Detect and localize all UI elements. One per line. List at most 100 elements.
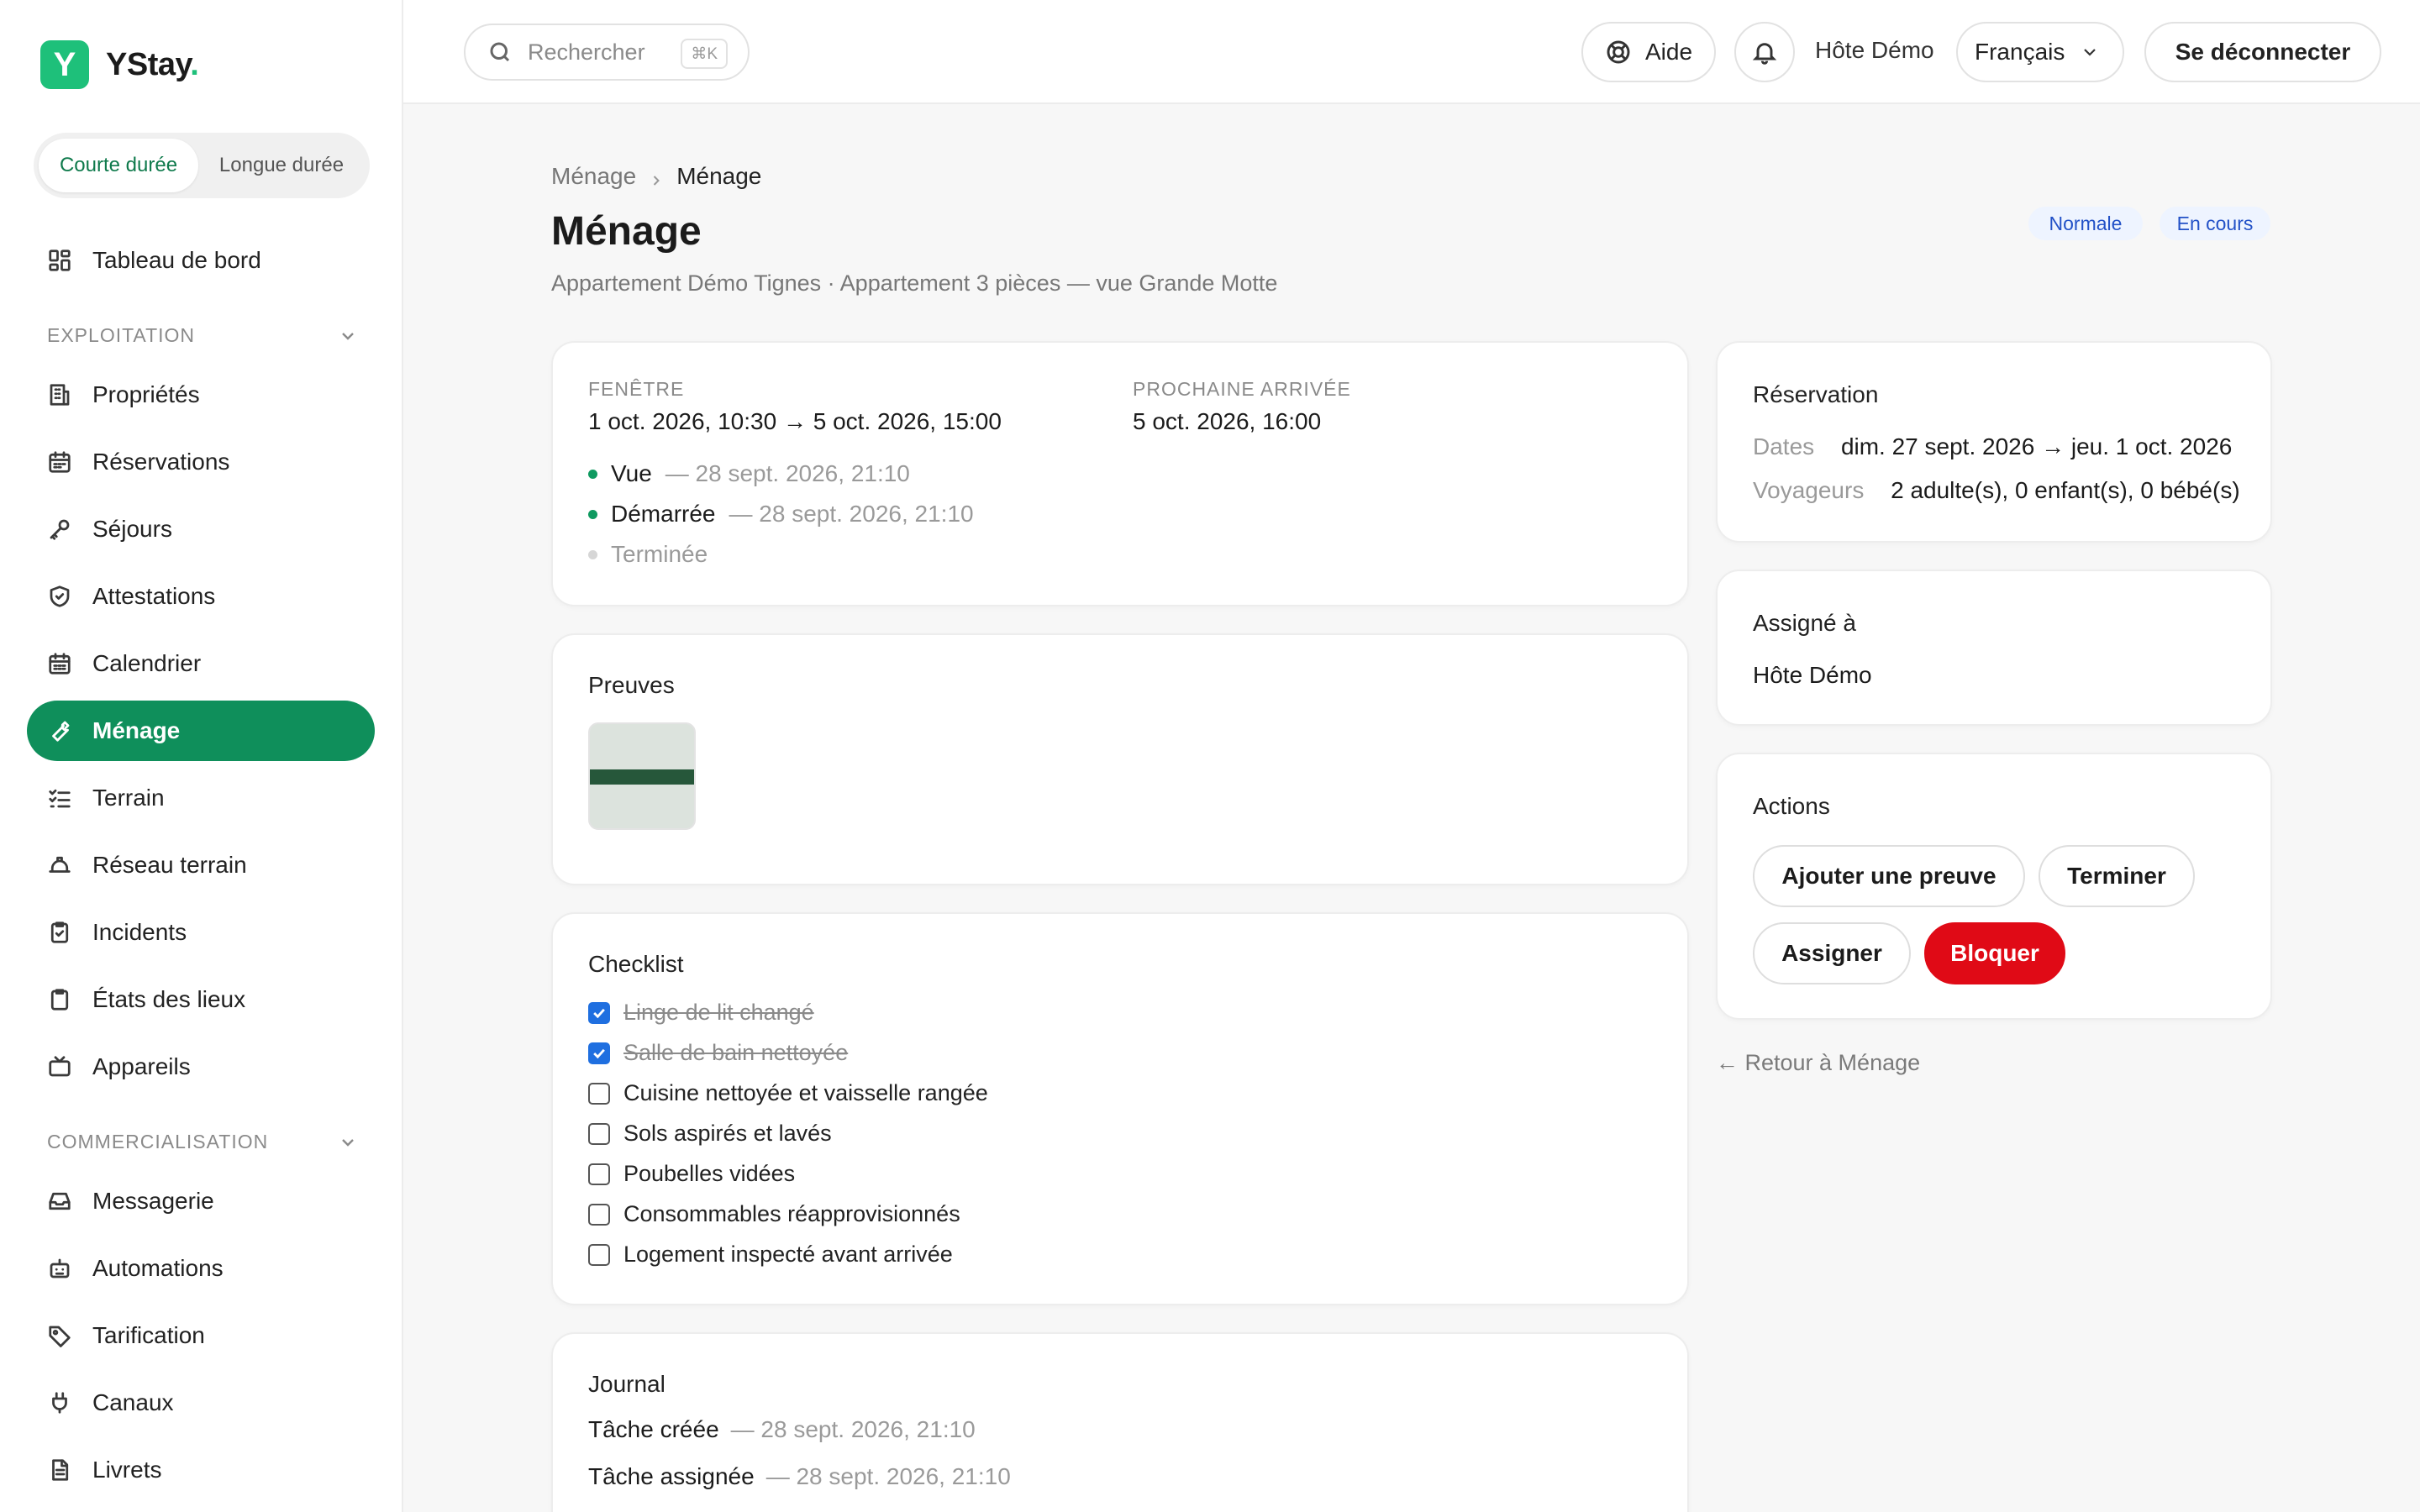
assignee-name: Hôte Démo	[1753, 662, 1872, 688]
checkbox[interactable]	[588, 1243, 610, 1266]
checkbox[interactable]	[588, 1122, 610, 1145]
timeline-item: Vue — 28 sept. 2026, 21:10	[588, 460, 910, 487]
next-arrival-label: PROCHAINE ARRIVÉE	[1133, 378, 1351, 400]
next-arrival-value: 5 oct. 2026, 16:00	[1133, 408, 1322, 434]
sidebar-item-livrets[interactable]: Livrets	[27, 1440, 375, 1500]
sidebar-item-label: Incidents	[92, 919, 187, 945]
window-value: 1 oct. 2026, 10:30 → 5 oct. 2026, 15:00	[588, 408, 1002, 434]
breadcrumb-parent-link[interactable]: Ménage	[551, 163, 636, 190]
sidebar-item-label: États des lieux	[92, 986, 246, 1012]
clipboard-check-icon	[47, 920, 72, 945]
sidebar-item-label: Automations	[92, 1255, 224, 1281]
sidebar-item-menage[interactable]: Ménage	[27, 701, 375, 761]
checklist-card: Checklist Linge de lit changé Salle de b…	[551, 912, 1689, 1305]
checkbox[interactable]	[588, 1042, 610, 1064]
checklist-item[interactable]: Linge de lit changé	[588, 1000, 814, 1026]
sidebar-item-label: Tarification	[92, 1322, 205, 1348]
section-commercialisation[interactable]: COMMERCIALISATION	[47, 1131, 358, 1153]
checkbox[interactable]	[588, 1082, 610, 1105]
clipboard-icon	[47, 987, 72, 1012]
lifebuoy-icon	[1607, 40, 1630, 64]
sidebar-item-incidents[interactable]: Incidents	[27, 902, 375, 963]
proofs-title: Preuves	[588, 672, 675, 698]
sidebar-item-automations[interactable]: Automations	[27, 1238, 375, 1299]
checkbox[interactable]	[588, 1203, 610, 1226]
sidebar-item-label: Attestations	[92, 583, 216, 609]
actions-title: Actions	[1753, 793, 1830, 819]
notifications-button[interactable]	[1734, 22, 1795, 82]
search-placeholder: Rechercher	[528, 39, 645, 65]
search-input[interactable]: Rechercher ⌘K	[464, 24, 750, 81]
journal-entry: Tâche assignée — 28 sept. 2026, 21:10	[588, 1463, 1011, 1489]
logout-button[interactable]: Se déconnecter	[2144, 22, 2381, 82]
document-icon	[47, 1457, 72, 1483]
priority-badge: Normale	[2028, 207, 2143, 240]
breadcrumb-current: Ménage	[676, 163, 762, 189]
sidebar-item-proprietes[interactable]: Propriétés	[27, 365, 375, 425]
checklist-item[interactable]: Sols aspirés et lavés	[588, 1121, 832, 1147]
sidebar-item-appareils[interactable]: Appareils	[27, 1037, 375, 1097]
checklist-item[interactable]: Cuisine nettoyée et vaisselle rangée	[588, 1080, 988, 1106]
checkbox[interactable]	[588, 1163, 610, 1185]
sidebar-item-dashboard[interactable]: Tableau de bord	[27, 230, 375, 291]
proof-thumbnail[interactable]	[588, 722, 696, 830]
sidebar-item-calendrier[interactable]: Calendrier	[27, 633, 375, 694]
building-icon	[47, 382, 72, 407]
page-subtitle: Appartement Démo Tignes · Appartement 3 …	[551, 270, 1278, 296]
app-logo[interactable]: Y YStay.	[40, 40, 199, 89]
key-icon	[47, 517, 72, 542]
duration-short-button[interactable]: Courte durée	[39, 139, 198, 192]
checkbox[interactable]	[588, 1001, 610, 1024]
sidebar-item-etats-des-lieux[interactable]: États des lieux	[27, 969, 375, 1030]
window-label: FENÊTRE	[588, 378, 685, 400]
sidebar-item-label: Appareils	[92, 1053, 191, 1079]
help-button[interactable]: Aide	[1581, 22, 1716, 82]
block-button[interactable]: Bloquer	[1924, 922, 2065, 984]
calendar-grid-icon	[47, 651, 72, 676]
app-name: YStay.	[106, 46, 199, 82]
actions-card: Actions Ajouter une preuve Terminer Assi…	[1716, 753, 2272, 1020]
sidebar-item-tarification[interactable]: Tarification	[27, 1305, 375, 1366]
logo-mark: Y	[40, 40, 89, 89]
checklist-icon	[47, 785, 72, 811]
page-title: Ménage	[551, 209, 702, 254]
journal-card: Journal Tâche créée — 28 sept. 2026, 21:…	[551, 1332, 1689, 1512]
sidebar-item-label: Séjours	[92, 516, 172, 542]
sidebar-item-sejours[interactable]: Séjours	[27, 499, 375, 559]
proofs-card: Preuves	[551, 633, 1689, 885]
reservation-card: Réservation Dates dim. 27 sept. 2026 → j…	[1716, 341, 2272, 543]
search-icon	[490, 42, 510, 62]
back-link[interactable]: ← Retour à Ménage	[1716, 1050, 1920, 1076]
sidebar-item-label: Messagerie	[92, 1188, 214, 1214]
status-dot	[588, 549, 597, 559]
section-exploitation[interactable]: EXPLOITATION	[47, 324, 358, 347]
bell-icon	[1752, 43, 1777, 65]
sidebar-item-attestations[interactable]: Attestations	[27, 566, 375, 627]
checklist-item[interactable]: Salle de bain nettoyée	[588, 1040, 848, 1066]
language-select[interactable]: Français	[1956, 22, 2124, 82]
calendar-icon	[47, 449, 72, 475]
check-icon	[593, 1008, 605, 1018]
sidebar-item-reservations[interactable]: Réservations	[27, 432, 375, 492]
tv-icon	[47, 1054, 72, 1079]
checklist-item[interactable]: Logement inspecté avant arrivée	[588, 1242, 953, 1268]
sidebar-item-messagerie[interactable]: Messagerie	[27, 1171, 375, 1231]
inbox-icon	[47, 1189, 72, 1214]
assign-button[interactable]: Assigner	[1753, 922, 1911, 984]
bot-icon	[47, 1256, 72, 1281]
dashboard-icon	[47, 248, 72, 273]
sidebar-item-reseau-terrain[interactable]: Réseau terrain	[27, 835, 375, 895]
journal-title: Journal	[588, 1371, 666, 1397]
duration-toggle: Courte durée Longue durée	[34, 133, 370, 198]
reservation-title: Réservation	[1753, 381, 1879, 407]
assigned-card: Assigné à Hôte Démo	[1716, 570, 2272, 726]
sidebar-item-canaux[interactable]: Canaux	[27, 1373, 375, 1433]
checklist-item[interactable]: Poubelles vidées	[588, 1161, 795, 1187]
add-proof-button[interactable]: Ajouter une preuve	[1753, 845, 2025, 907]
sidebar-item-terrain[interactable]: Terrain	[27, 768, 375, 828]
timeline-item: Démarrée — 28 sept. 2026, 21:10	[588, 501, 974, 528]
finish-button[interactable]: Terminer	[2039, 845, 2195, 907]
checklist-item[interactable]: Consommables réapprovisionnés	[588, 1201, 960, 1227]
status-dot	[588, 509, 597, 519]
duration-long-button[interactable]: Longue durée	[198, 139, 365, 192]
